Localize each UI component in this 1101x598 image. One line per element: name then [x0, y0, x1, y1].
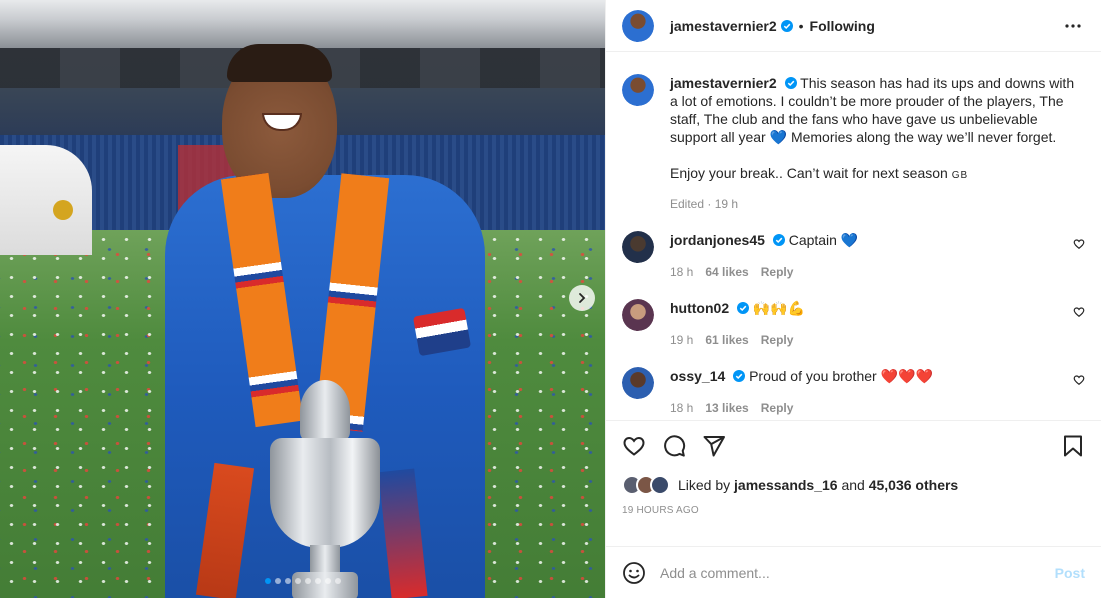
- comment-age[interactable]: 19 h: [670, 331, 693, 349]
- comment-username[interactable]: ossy_14: [670, 368, 725, 384]
- avatar[interactable]: [622, 367, 654, 399]
- carousel-indicator: [0, 578, 605, 584]
- likes-summary: Liked by jamessands_16 and 45,036 others: [622, 475, 1085, 495]
- comment-age[interactable]: 18 h: [670, 263, 693, 281]
- comment-text: Captain 💙: [788, 232, 859, 248]
- more-options-button[interactable]: [1061, 14, 1085, 38]
- emoji-icon: [623, 561, 645, 584]
- avatar[interactable]: [622, 299, 654, 331]
- caption-text-2: Memories along the way we’ll never forge…: [790, 129, 1057, 145]
- chevron-right-icon: [579, 293, 586, 303]
- share-button[interactable]: [702, 434, 726, 458]
- post-photo[interactable]: [0, 0, 605, 598]
- comment-item: ossy_14 Proud of you brother ❤️❤️❤️ 18 h1…: [622, 367, 1085, 417]
- comment-body: ossy_14 Proud of you brother ❤️❤️❤️ 18 h1…: [670, 367, 1050, 417]
- comment-text: 🙌🙌💪: [752, 300, 806, 316]
- caption-body: jamestavernier2 This season has had its …: [670, 74, 1082, 213]
- avatar[interactable]: [622, 231, 654, 263]
- carousel-dot: [284, 578, 291, 584]
- save-button[interactable]: [1061, 434, 1085, 458]
- liker-avatars[interactable]: [622, 475, 670, 495]
- share-icon: [703, 436, 725, 457]
- blue-heart-emoji: 💙: [769, 129, 788, 145]
- caption-text-3: Enjoy your break.. Can’t wait for next s…: [670, 165, 948, 181]
- like-button[interactable]: [622, 434, 646, 458]
- flag-emoji: GB: [951, 170, 969, 181]
- likes-prefix: Liked by: [678, 477, 731, 493]
- heart-icon: [1073, 375, 1085, 386]
- comment-icon: [664, 435, 686, 457]
- reply-button[interactable]: Reply: [761, 331, 794, 349]
- verified-icon: [772, 234, 785, 246]
- header-separator: •: [798, 17, 804, 34]
- carousel-dot: [314, 578, 321, 584]
- comment-meta: 18 h 64 likes Reply: [670, 263, 1050, 281]
- pitch-sign: [0, 145, 92, 255]
- caption-meta: Edited · 19 h: [670, 197, 739, 211]
- post-timestamp[interactable]: 19 HOURS AGO: [622, 505, 1085, 516]
- liker-username[interactable]: jamessands_16: [734, 477, 838, 493]
- comment-body: hutton02 🙌🙌💪 19 h 61 likes Reply: [670, 299, 1050, 349]
- action-bar: Liked by jamessands_16 and 45,036 others…: [606, 420, 1101, 546]
- comment-likes[interactable]: 64 likes: [705, 263, 748, 281]
- comment-username[interactable]: jordanjones45: [670, 232, 765, 248]
- heart-icon: [623, 436, 645, 456]
- comment-meta: 18 h 13 likes Reply: [670, 399, 1050, 417]
- bookmark-icon: [1064, 435, 1082, 457]
- following-button[interactable]: Following: [810, 18, 875, 34]
- avatar[interactable]: [622, 74, 654, 106]
- carousel-dot: [294, 578, 301, 584]
- trophy: [262, 380, 387, 598]
- stadium-roof: [0, 0, 605, 88]
- comment-button[interactable]: [662, 434, 686, 458]
- post-header: jamestavernier2 • Following: [606, 0, 1101, 52]
- carousel-dot: [304, 578, 311, 584]
- heart-icon: [1073, 239, 1085, 250]
- comment-body: jordanjones45 Captain 💙 18 h 64 likes Reply: [670, 231, 1050, 281]
- caption: jamestavernier2 This season has had its …: [622, 74, 1085, 213]
- verified-icon: [733, 370, 746, 382]
- comment-list: jordanjones45 Captain 💙 18 h 64 likes Reply…: [622, 231, 1085, 417]
- comment-likes[interactable]: 13 likes: [705, 399, 748, 417]
- comment-input[interactable]: [660, 564, 1055, 581]
- carousel-dot: [334, 578, 341, 584]
- carousel-dot: [274, 578, 281, 584]
- avatar: [650, 475, 670, 495]
- post-sidebar: jamestavernier2 • Following jamestaverni…: [605, 0, 1101, 598]
- verified-icon: [737, 302, 749, 314]
- caption-username[interactable]: jamestavernier2: [670, 75, 777, 91]
- reply-button[interactable]: Reply: [761, 399, 794, 417]
- comment-meta: 19 h 61 likes Reply: [670, 331, 1050, 349]
- emoji-button[interactable]: [622, 561, 646, 585]
- more-icon: [1065, 23, 1081, 28]
- comments-scroll[interactable]: jamestavernier2 This season has had its …: [606, 52, 1101, 420]
- avatar[interactable]: [622, 9, 654, 42]
- likes-middle: and: [841, 477, 865, 493]
- post-dialog: jamestavernier2 • Following jamestaverni…: [0, 0, 1101, 598]
- comment-composer: Post: [606, 546, 1101, 598]
- header-username[interactable]: jamestavernier2: [670, 18, 777, 34]
- reply-button[interactable]: Reply: [761, 263, 794, 281]
- comment-item: hutton02 🙌🙌💪 19 h 61 likes Reply: [622, 299, 1085, 349]
- carousel-dot: [324, 578, 331, 584]
- comment-item: jordanjones45 Captain 💙 18 h 64 likes Reply: [622, 231, 1085, 281]
- post-button[interactable]: Post: [1055, 565, 1085, 581]
- likes-others[interactable]: 45,036 others: [869, 477, 959, 493]
- comment-username[interactable]: hutton02: [670, 300, 729, 316]
- comment-likes[interactable]: 61 likes: [705, 331, 748, 349]
- verified-icon: [784, 77, 797, 89]
- verified-icon: [780, 19, 793, 32]
- next-photo-button[interactable]: [569, 285, 595, 311]
- comment-like-button[interactable]: [1073, 237, 1085, 250]
- comment-like-button[interactable]: [1073, 305, 1085, 318]
- comment-age[interactable]: 18 h: [670, 399, 693, 417]
- comment-text: Proud of you brother ❤️❤️❤️: [749, 368, 933, 384]
- heart-icon: [1073, 307, 1085, 318]
- comment-like-button[interactable]: [1073, 373, 1085, 386]
- carousel-dot: [264, 578, 271, 584]
